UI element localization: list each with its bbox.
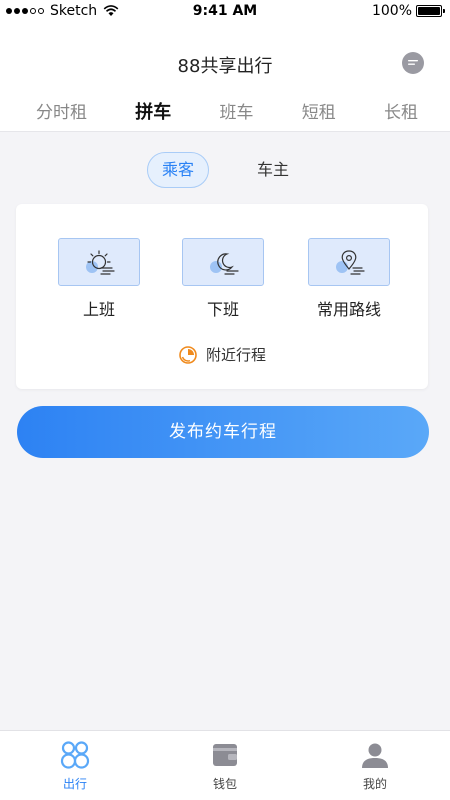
tab-timeshare[interactable]: 分时租 — [36, 98, 87, 124]
moon-clouds-icon — [210, 253, 239, 275]
battery-percent: 100% — [371, 3, 412, 19]
nearby-trips-link[interactable]: 附近行程 — [16, 344, 428, 365]
option-icon-box — [182, 238, 264, 286]
role-switch: 乘客 车主 — [0, 152, 450, 188]
option-icon-box — [308, 238, 390, 286]
status-bar: Sketch 9:41 AM 100% — [0, 0, 450, 24]
nav-profile[interactable]: 我的 — [300, 731, 450, 800]
option-label: 常用路线 — [316, 300, 381, 319]
role-passenger[interactable]: 乘客 — [146, 152, 209, 188]
option-commute-to-work[interactable]: 上班 — [58, 238, 140, 320]
role-driver[interactable]: 车主 — [243, 152, 303, 188]
tab-label: 短租 — [301, 103, 336, 123]
tab-carpool[interactable]: 拼车 — [133, 98, 174, 124]
88-logo-icon — [59, 739, 91, 771]
option-icon-box — [58, 238, 140, 286]
tab-label: 拼车 — [135, 102, 172, 123]
header: 88共享出行 分时租 拼车 班车 短租 长租 — [0, 24, 450, 132]
option-label: 下班 — [206, 300, 239, 319]
wallet-icon — [209, 739, 241, 771]
tab-short-rent[interactable]: 短租 — [302, 98, 336, 124]
bottom-nav: 出行 钱包 我的 — [0, 730, 450, 800]
option-label: 上班 — [82, 300, 115, 319]
service-tabs: 分时租 拼车 班车 短租 长租 — [0, 98, 450, 124]
user-icon — [359, 739, 391, 771]
battery-icon — [416, 5, 445, 17]
nav-wallet[interactable]: 钱包 — [150, 731, 300, 800]
nearby-trips-label: 附近行程 — [205, 346, 266, 364]
trip-options-card: 上班 下班 常用路线 附近行程 — [16, 204, 428, 389]
nav-travel[interactable]: 出行 — [0, 731, 150, 800]
status-right: 100% — [371, 3, 445, 19]
chat-bubble-icon[interactable] — [402, 52, 424, 74]
nav-label: 钱包 — [212, 777, 237, 791]
chat-lines-icon — [408, 60, 418, 65]
location-pin-icon — [336, 250, 365, 275]
tab-shuttle[interactable]: 班车 — [220, 98, 254, 124]
tab-label: 分时租 — [36, 103, 87, 123]
nav-label: 我的 — [362, 777, 387, 791]
publish-ride-button[interactable]: 发布约车行程 — [17, 406, 429, 458]
app-title: 88共享出行 — [177, 56, 273, 77]
battery-fill — [418, 7, 440, 15]
radar-icon — [179, 345, 197, 364]
sun-clouds-icon — [86, 250, 115, 275]
tab-label: 长租 — [384, 103, 418, 123]
option-frequent-routes[interactable]: 常用路线 — [308, 238, 390, 320]
tab-long-rent[interactable]: 长租 — [384, 98, 418, 124]
tab-label: 班车 — [219, 103, 254, 123]
nav-label: 出行 — [62, 777, 87, 791]
option-commute-home[interactable]: 下班 — [182, 238, 264, 320]
